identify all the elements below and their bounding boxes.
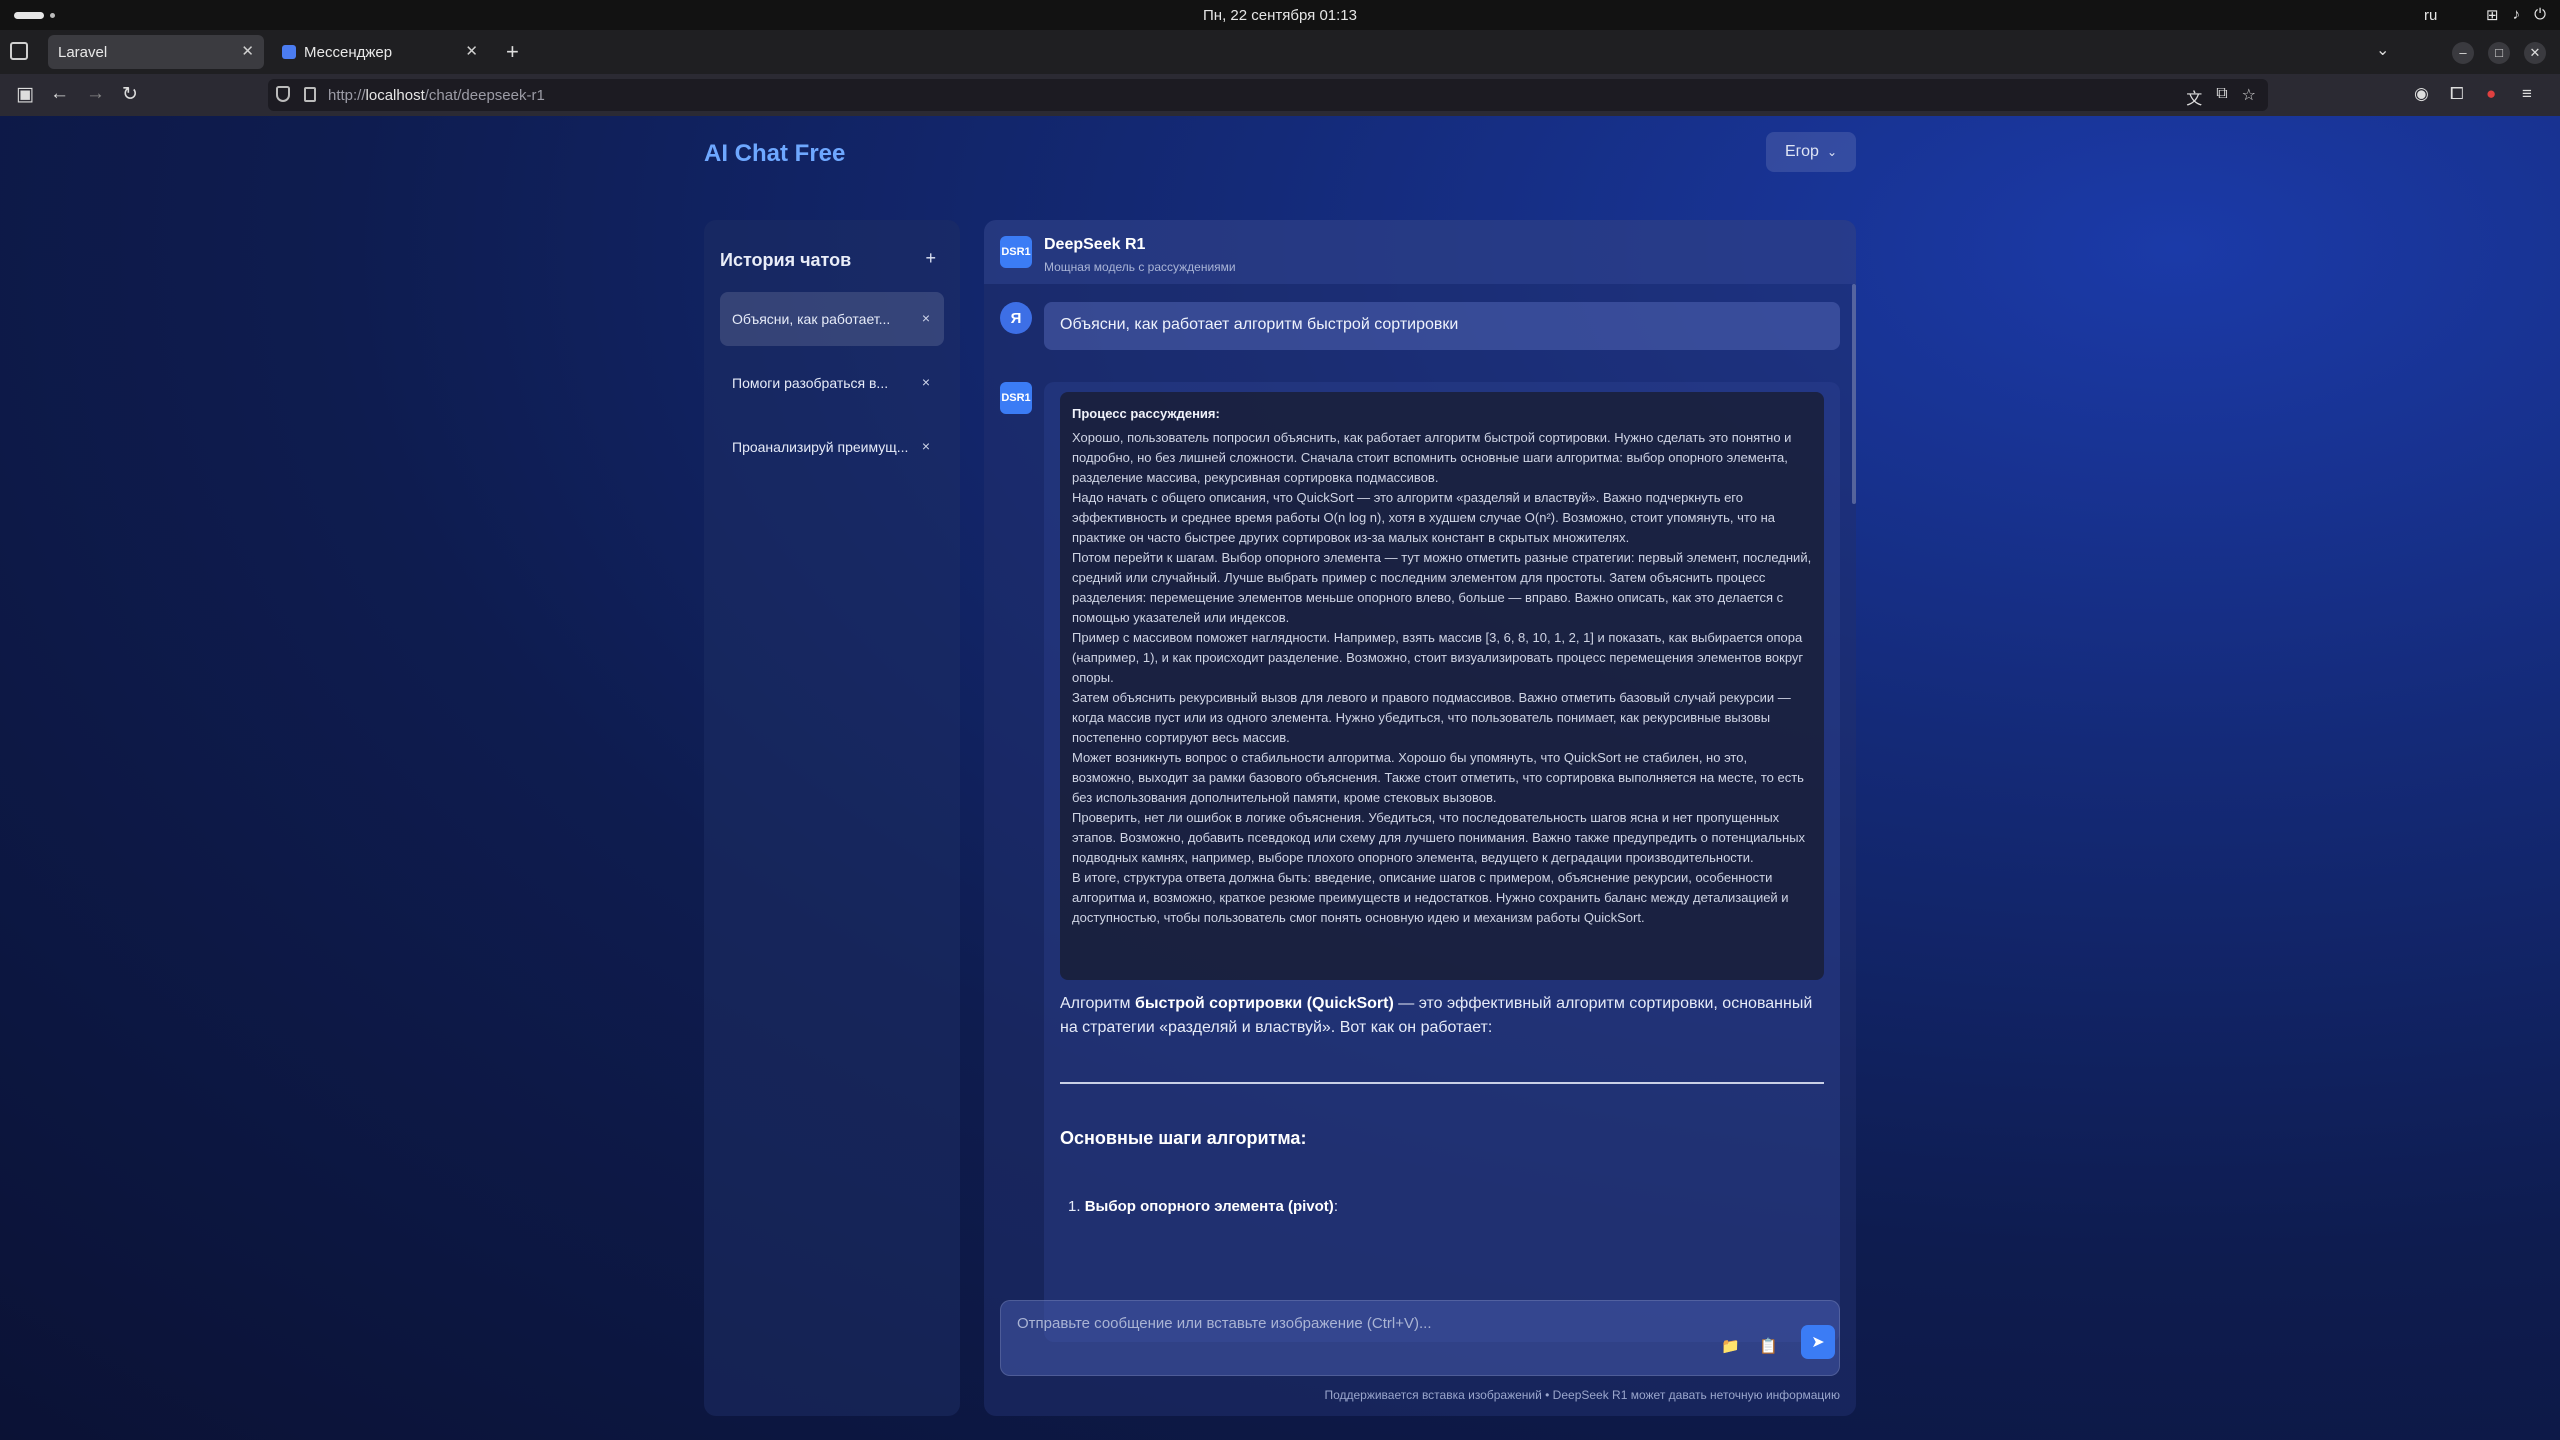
system-clock[interactable]: Пн, 22 сентября 01:13 (0, 7, 2560, 24)
clipboard-icon[interactable]: 📋 (1759, 1337, 1778, 1355)
network-icon[interactable]: ⊞ (2486, 6, 2499, 24)
send-button[interactable]: ➤ (1801, 1325, 1835, 1359)
reasoning-paragraph: Надо начать с общего описания, что Quick… (1072, 490, 1775, 545)
chat-history-item[interactable]: Помоги разобраться в... × (720, 356, 944, 410)
model-name: DeepSeek R1 (1044, 236, 1146, 253)
delete-chat-icon[interactable]: × (922, 374, 930, 390)
new-tab-button[interactable]: + (506, 39, 519, 65)
chat-panel: DSR1 DeepSeek R1 Мощная модель с рассужд… (984, 220, 1856, 1416)
address-bar[interactable]: http://localhost/chat/deepseek-r1 文 ⧉ ☆ (268, 79, 2268, 111)
chat-history-item-label: Проанализируй преимущ... (732, 439, 909, 455)
browser-tab-strip: Laravel ✕ Мессенджер ✕ + ⌄ – □ ✕ (0, 30, 2560, 74)
user-avatar: Я (1000, 302, 1032, 334)
model-description: Мощная модель с рассуждениями (1044, 260, 1236, 274)
folder-icon[interactable]: 📁 (1721, 1337, 1740, 1355)
assistant-message: Процесс рассуждения: Хорошо, пользовател… (1044, 382, 1840, 1342)
minimize-window-button[interactable]: – (2452, 42, 2474, 64)
os-top-bar: Пн, 22 сентября 01:13 ru ⊞ ♪ ⏻ (0, 0, 2560, 30)
reasoning-paragraph: Проверить, нет ли ошибок в логике объясн… (1072, 810, 1806, 865)
tab-laravel[interactable]: Laravel ✕ (48, 35, 264, 69)
model-avatar: DSR1 (1000, 236, 1032, 268)
user-message: Объясни, как работает алгоритм быстрой с… (1044, 302, 1840, 350)
reasoning-block: Процесс рассуждения: Хорошо, пользовател… (1060, 392, 1824, 980)
reasoning-paragraph: Может возникнуть вопрос о стабильности а… (1072, 750, 1804, 805)
list-all-tabs-icon[interactable]: ⌄ (2376, 40, 2389, 60)
chat-history-item[interactable]: Объясни, как работает... × (720, 292, 944, 346)
list-item: 1. Выбор опорного элемента (pivot): (1068, 1198, 1338, 1215)
chat-header: DSR1 DeepSeek R1 Мощная модель с рассужд… (984, 220, 1856, 284)
keyboard-layout-indicator[interactable]: ru (2424, 7, 2437, 24)
menu-icon[interactable]: ≡ (2522, 84, 2532, 104)
app-brand[interactable]: AI Chat Free (704, 140, 845, 168)
account-icon[interactable]: ◉ (2414, 84, 2429, 104)
power-icon[interactable]: ⏻ (2534, 6, 2546, 24)
delete-chat-icon[interactable]: × (922, 438, 930, 454)
chat-history-item-label: Помоги разобраться в... (732, 375, 889, 391)
tab-label: Laravel (58, 43, 108, 61)
translate-icon[interactable]: 文 (2186, 85, 2202, 109)
new-chat-button[interactable]: + (925, 248, 936, 269)
tracking-protection-icon[interactable] (276, 86, 290, 102)
chevron-down-icon: ⌄ (1826, 145, 1837, 159)
messages-scrollbar[interactable] (1852, 284, 1856, 504)
reasoning-paragraph: Хорошо, пользователь попросил объяснить,… (1072, 430, 1792, 485)
sidebar-panel-icon[interactable]: ▣ (16, 83, 34, 106)
footer-note: Поддерживается вставка изображений • Dee… (1324, 1388, 1840, 1402)
chat-history-sidebar: История чатов + Объясни, как работает...… (704, 220, 960, 1416)
tab-messenger[interactable]: Мессенджер ✕ (272, 35, 488, 69)
section-heading: Основные шаги алгоритма: (1060, 1128, 1307, 1148)
reasoning-paragraph: Потом перейти к шагам. Выбор опорного эл… (1072, 550, 1812, 625)
close-tab-icon[interactable]: ✕ (465, 42, 478, 60)
user-menu-button[interactable]: Егор ⌄ (1766, 132, 1856, 172)
browser-nav-bar: ▣ ← → ↻ http://localhost/chat/deepseek-r… (0, 74, 2560, 116)
tab-label: Мессенджер (304, 43, 393, 61)
forward-icon[interactable]: → (86, 83, 105, 105)
send-icon: ➤ (1811, 1334, 1825, 1351)
volume-icon[interactable]: ♪ (2513, 6, 2521, 24)
app-page: AI Chat Free Егор ⌄ История чатов + Объя… (0, 116, 2560, 1440)
user-name: Егор (1784, 143, 1819, 160)
delete-chat-icon[interactable]: × (922, 310, 930, 326)
page-info-icon[interactable] (304, 87, 316, 102)
reasoning-paragraph: В итоге, структура ответа должна быть: в… (1072, 870, 1789, 925)
sidebar-toggle-icon[interactable] (10, 42, 28, 60)
maximize-window-button[interactable]: □ (2488, 42, 2510, 64)
messenger-favicon-icon (282, 45, 296, 59)
sidebar-title: История чатов (720, 250, 852, 270)
reasoning-title: Процесс рассуждения: (1072, 406, 1220, 421)
reload-icon[interactable]: ↻ (122, 83, 138, 106)
message-input[interactable]: Отправьте сообщение или вставьте изображ… (1000, 1300, 1840, 1376)
system-tray[interactable]: ⊞ ♪ ⏻ (2486, 6, 2546, 24)
ublock-icon[interactable]: ● (2486, 84, 2496, 104)
message-input-placeholder[interactable]: Отправьте сообщение или вставьте изображ… (1017, 1315, 1432, 1332)
answer-intro: Алгоритм быстрой сортировки (QuickSort) … (1060, 995, 1813, 1036)
model-avatar: DSR1 (1000, 382, 1032, 414)
chat-history-item-label: Объясни, как работает... (732, 311, 891, 327)
back-icon[interactable]: ← (50, 83, 69, 105)
close-window-button[interactable]: ✕ (2524, 42, 2546, 64)
reasoning-paragraph: Затем объяснить рекурсивный вызов для ле… (1072, 690, 1791, 745)
url-text[interactable]: http://localhost/chat/deepseek-r1 (328, 87, 545, 104)
reasoning-paragraph: Пример с массивом поможет наглядности. Н… (1072, 630, 1804, 685)
chat-history-item[interactable]: Проанализируй преимущ... × (720, 420, 944, 474)
divider (1060, 1082, 1824, 1084)
extensions-icon[interactable]: ⧠ (2450, 84, 2464, 104)
reader-view-icon[interactable]: ⧉ (2216, 85, 2227, 109)
bookmark-star-icon[interactable]: ☆ (2242, 85, 2256, 109)
close-tab-icon[interactable]: ✕ (241, 42, 254, 60)
